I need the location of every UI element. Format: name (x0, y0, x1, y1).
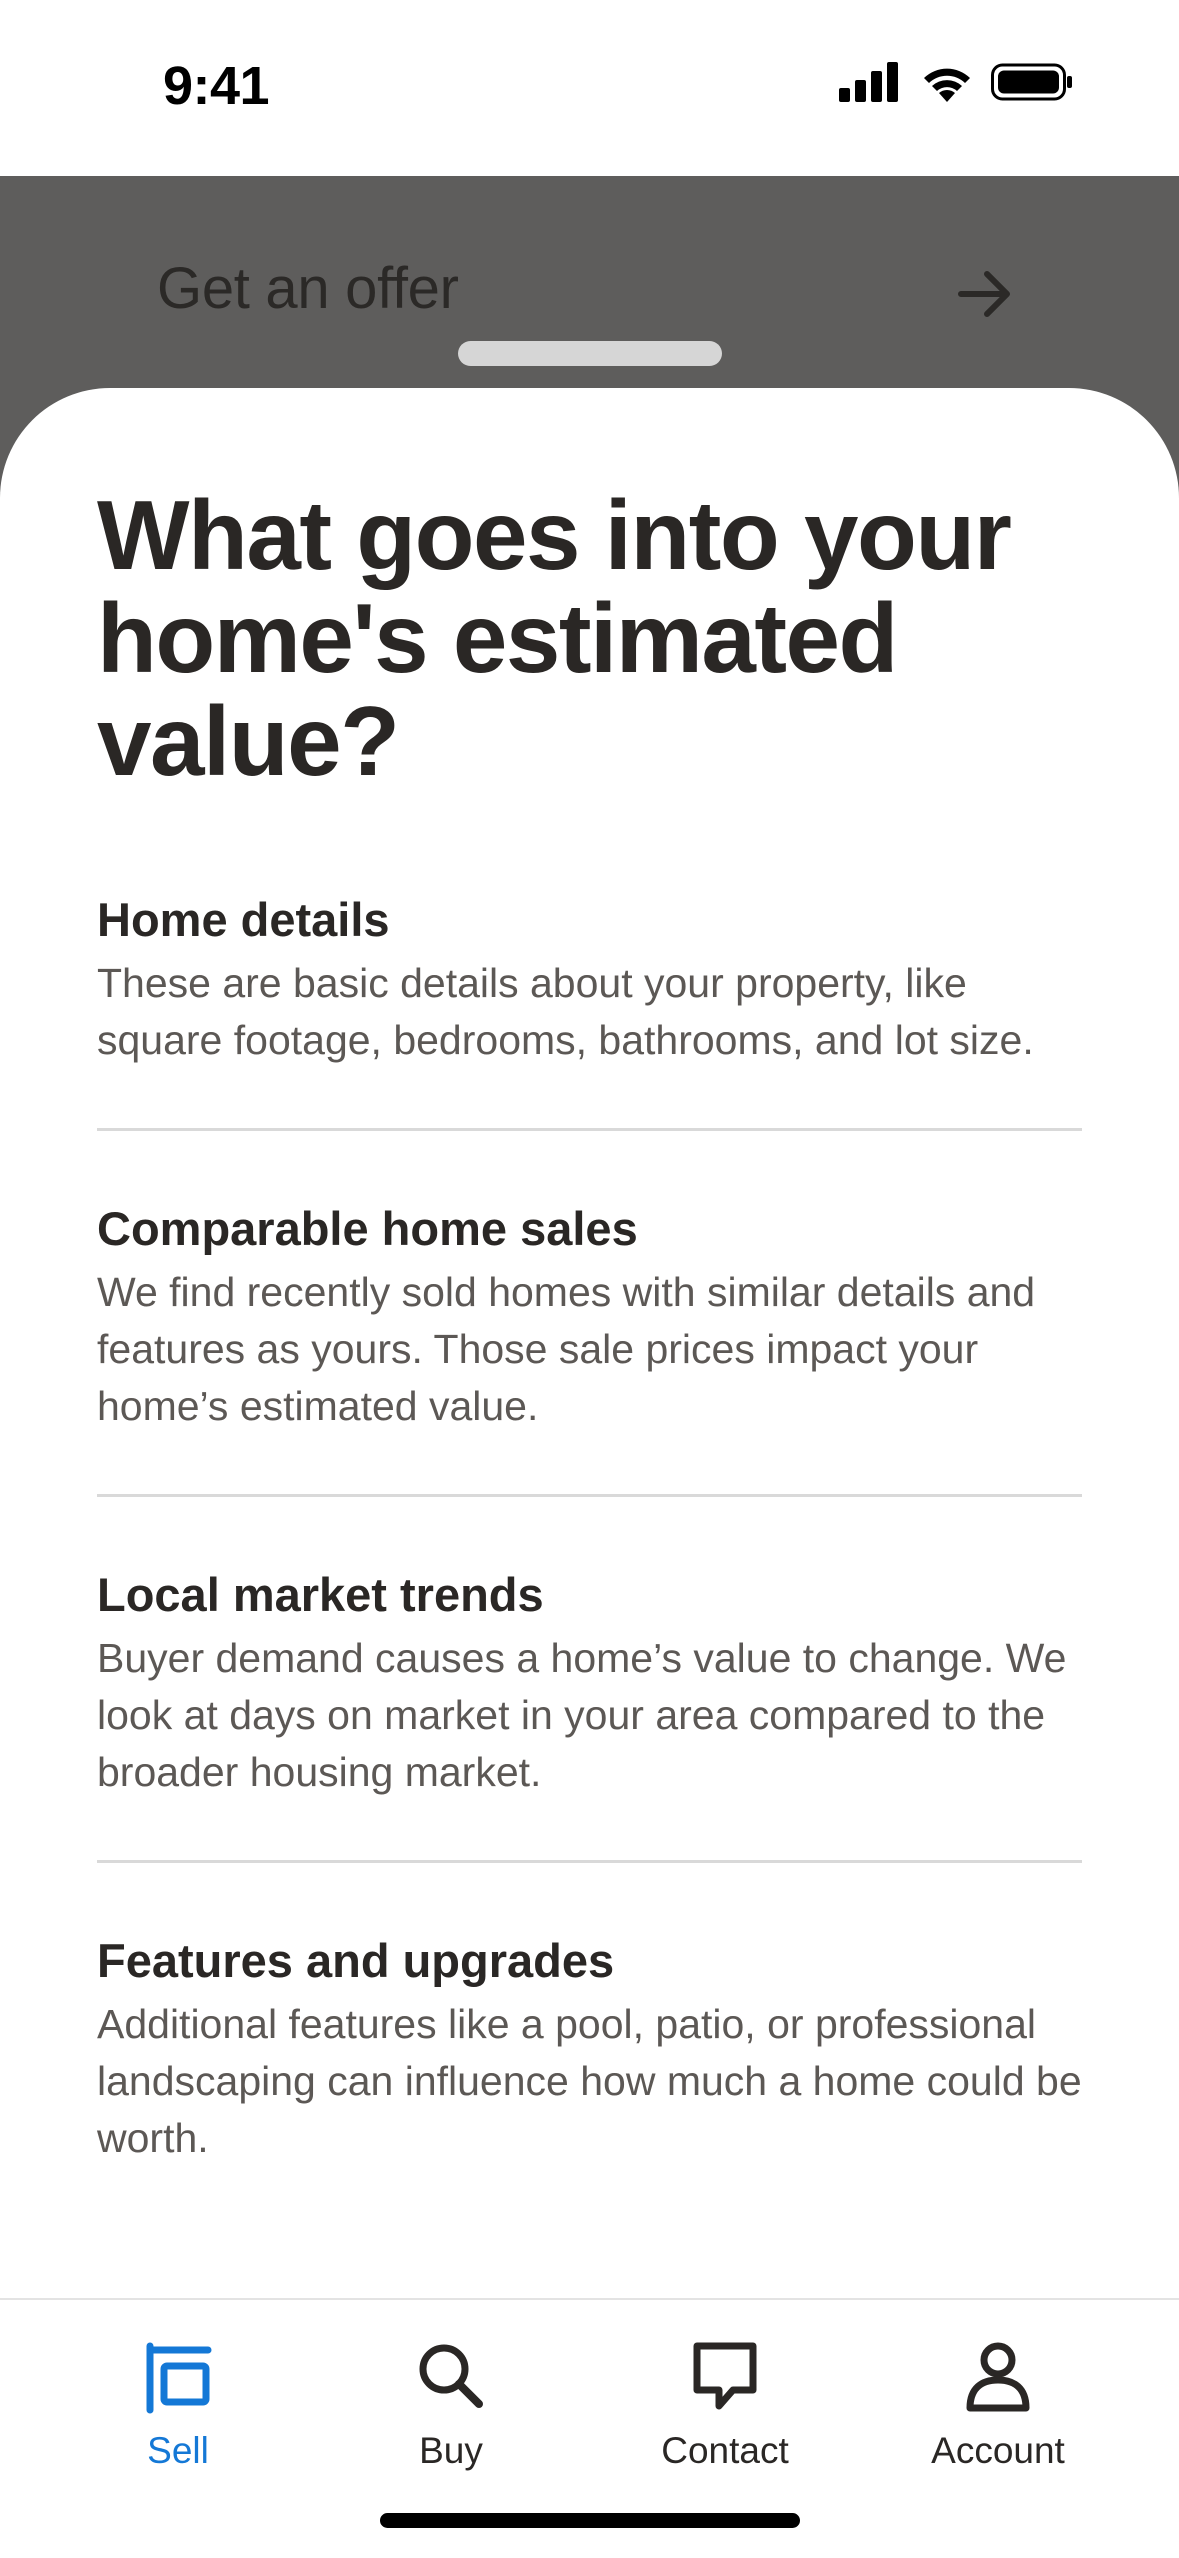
cellular-signal-icon (839, 62, 898, 102)
tab-label: Sell (147, 2430, 209, 2471)
section-home-details: Home details These are basic details abo… (97, 891, 1082, 1069)
section-body: We find recently sold homes with similar… (97, 1269, 1036, 1429)
sheet-title: What goes into your home's estimated val… (97, 480, 1012, 796)
tab-sell[interactable]: Sell (38, 2300, 318, 2500)
get-offer-title[interactable]: Get an offer (157, 255, 459, 322)
section-heading: Local market trends (97, 1568, 544, 1621)
tab-buy[interactable]: Buy (311, 2300, 591, 2500)
section-features-upgrades: Features and upgrades Additional feature… (97, 1932, 1082, 2167)
arrow-right-icon[interactable] (955, 264, 1015, 324)
home-indicator (380, 2513, 800, 2528)
section-body: Additional features like a pool, patio, … (97, 2001, 1082, 2161)
search-icon (419, 2344, 483, 2408)
section-body: These are basic details about your prope… (97, 960, 1034, 1063)
section-heading: Comparable home sales (97, 1202, 638, 1255)
wifi-icon (924, 68, 970, 102)
divider (97, 1494, 1082, 1497)
status-bar: 9:41 (0, 0, 1179, 176)
divider (97, 1128, 1082, 1131)
chat-bubble-icon (693, 2342, 757, 2410)
estimated-value-sheet: What goes into your home's estimated val… (0, 388, 1179, 2298)
section-comparable-sales: Comparable home sales We find recently s… (97, 1200, 1082, 1435)
tab-label: Contact (661, 2430, 789, 2471)
tab-label: Buy (419, 2430, 483, 2471)
section-market-trends: Local market trends Buyer demand causes … (97, 1566, 1082, 1801)
tab-contact[interactable]: Contact (585, 2300, 865, 2500)
tab-label: Account (931, 2430, 1065, 2471)
section-heading: Home details (97, 893, 390, 946)
tab-account[interactable]: Account (858, 2300, 1138, 2500)
sell-icon (146, 2342, 212, 2414)
section-heading: Features and upgrades (97, 1934, 615, 1987)
section-body: Buyer demand causes a home’s value to ch… (97, 1635, 1067, 1795)
battery-icon (991, 63, 1072, 101)
status-icons (839, 62, 1079, 110)
person-icon (966, 2342, 1030, 2412)
divider (97, 1860, 1082, 1863)
status-time: 9:41 (163, 56, 270, 116)
sheet-grabber[interactable] (458, 341, 722, 366)
